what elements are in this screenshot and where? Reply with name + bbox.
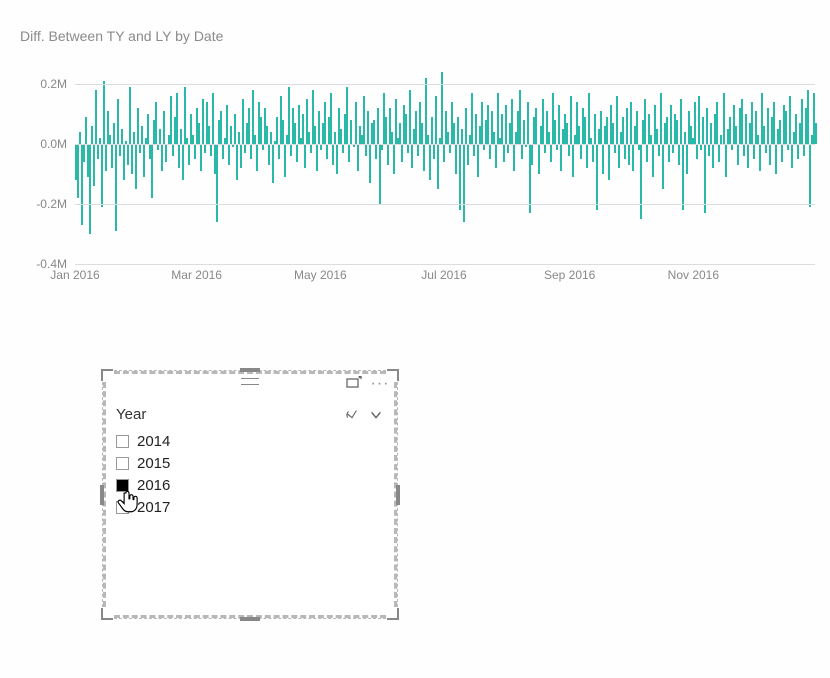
chevron-down-icon[interactable] bbox=[368, 407, 384, 423]
x-tick-label: Sep 2016 bbox=[544, 268, 595, 282]
focus-mode-icon[interactable] bbox=[346, 376, 362, 392]
gridline bbox=[75, 264, 815, 265]
gridline bbox=[75, 84, 815, 85]
chart-plot-area: -0.4M-0.2M0.0M0.2M bbox=[75, 54, 815, 264]
checkbox-icon[interactable] bbox=[116, 435, 129, 448]
slicer-item-2015[interactable]: 2015 bbox=[116, 452, 384, 474]
y-tick-label: 0.2M bbox=[40, 77, 67, 91]
slicer-item-2017[interactable]: 2017 bbox=[116, 496, 384, 518]
drag-grip-icon[interactable] bbox=[241, 378, 259, 385]
chart-x-axis: Jan 2016Mar 2016May 2016Jul 2016Sep 2016… bbox=[75, 268, 815, 286]
x-tick-label: Mar 2016 bbox=[171, 268, 222, 282]
x-tick-label: May 2016 bbox=[294, 268, 347, 282]
slicer-item-label: 2016 bbox=[137, 477, 170, 494]
checkbox-icon[interactable] bbox=[116, 457, 129, 470]
more-options-icon[interactable]: ··· bbox=[372, 376, 388, 392]
chart-title: Diff. Between TY and LY by Date bbox=[20, 28, 815, 44]
slicer-item-label: 2014 bbox=[137, 433, 170, 450]
slicer-item-2014[interactable]: 2014 bbox=[116, 430, 384, 452]
year-slicer[interactable]: ··· Year 2014 2015 2016 2017 bbox=[102, 370, 398, 619]
x-tick-label: Jan 2016 bbox=[50, 268, 99, 282]
checkbox-icon[interactable] bbox=[116, 501, 129, 514]
x-tick-label: Nov 2016 bbox=[668, 268, 719, 282]
gridline bbox=[75, 144, 815, 145]
slicer-field-label: Year bbox=[116, 406, 146, 423]
y-tick-label: 0.0M bbox=[40, 137, 67, 151]
slicer-item-label: 2015 bbox=[137, 455, 170, 472]
slicer-item-label: 2017 bbox=[137, 499, 170, 516]
slicer-item-2016[interactable]: 2016 bbox=[116, 474, 384, 496]
y-tick-label: -0.2M bbox=[36, 197, 67, 211]
chart-visual: Diff. Between TY and LY by Date -0.4M-0.… bbox=[20, 28, 815, 286]
x-tick-label: Jul 2016 bbox=[421, 268, 466, 282]
checkbox-icon[interactable] bbox=[116, 479, 129, 492]
clear-selection-icon[interactable] bbox=[344, 407, 360, 423]
gridline bbox=[75, 204, 815, 205]
